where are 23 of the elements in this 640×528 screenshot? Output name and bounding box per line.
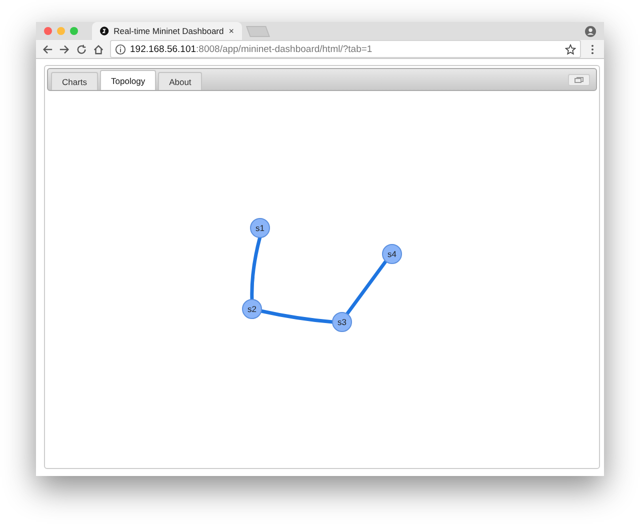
forward-icon[interactable]: [59, 44, 70, 54]
bookmark-star-icon[interactable]: [565, 44, 576, 54]
url-text: 192.168.56.101:8008/app/mininet-dashboard/html/?tab=1: [130, 44, 372, 54]
switch-node[interactable]: s2: [242, 299, 262, 319]
link-line: [345, 259, 388, 316]
back-icon[interactable]: [42, 44, 53, 54]
tab[interactable]: Charts: [51, 72, 98, 90]
reload-icon[interactable]: [76, 44, 87, 54]
popout-icon: [574, 76, 584, 82]
info-icon[interactable]: [115, 44, 126, 54]
link-line: [250, 235, 262, 302]
tab[interactable]: About: [158, 72, 202, 90]
switch-node[interactable]: s3: [332, 312, 352, 332]
profile-icon[interactable]: [585, 26, 596, 36]
favicon-icon: [100, 26, 109, 36]
address-bar[interactable]: 192.168.56.101:8008/app/mininet-dashboard/html/?tab=1: [110, 40, 581, 58]
tab-title: Real-time Mininet Dashboard: [114, 26, 224, 36]
switch-node[interactable]: s1: [250, 218, 270, 238]
browser-tab[interactable]: Real-time Mininet Dashboard ×: [92, 22, 242, 40]
tab-close-button[interactable]: ×: [228, 26, 234, 36]
tab[interactable]: Topology: [100, 70, 156, 90]
home-icon[interactable]: [93, 44, 104, 54]
switch-node[interactable]: s4: [382, 244, 402, 264]
